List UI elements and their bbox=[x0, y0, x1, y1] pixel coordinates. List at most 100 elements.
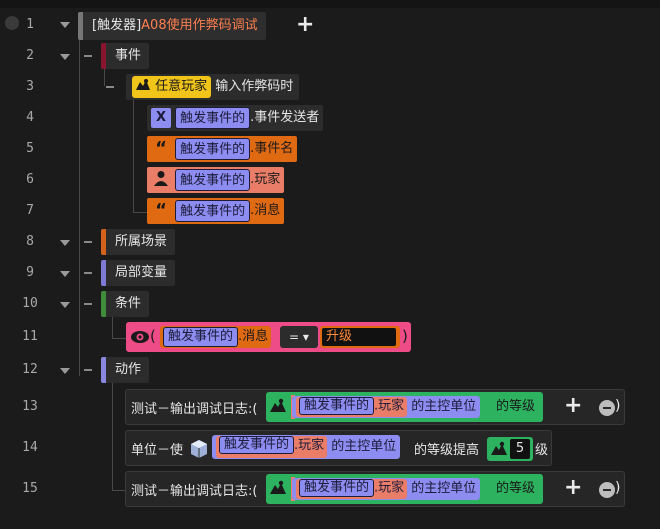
player-expression[interactable]: 触发事件的 .玩家 bbox=[296, 478, 408, 499]
main-unit-label: 的主控单位 bbox=[411, 399, 477, 414]
event-param-message[interactable]: “ 触发事件的 .消息 bbox=[147, 198, 285, 224]
chevron-down-icon: ▾ bbox=[302, 330, 309, 344]
line-number: 15 bbox=[22, 481, 38, 496]
scope-section-header[interactable]: 所属场景 bbox=[101, 229, 176, 255]
trigger-header[interactable]: [触发器]A08使用作弊码调试 bbox=[78, 12, 266, 40]
compare-value-input[interactable]: 升级 bbox=[322, 328, 396, 346]
line-number: 9 bbox=[26, 265, 34, 280]
line-number: 14 bbox=[22, 440, 38, 455]
tree-dash bbox=[84, 303, 92, 305]
line-number: 13 bbox=[22, 399, 38, 414]
scope-header-label: 所属场景 bbox=[115, 234, 168, 249]
remove-arg-button[interactable] bbox=[599, 482, 615, 498]
collapse-chevron-icon[interactable] bbox=[60, 22, 70, 28]
operator-value: = bbox=[289, 330, 300, 344]
local-vars-section-header[interactable]: 局部变量 bbox=[101, 260, 176, 286]
param-suffix: .玩家 bbox=[374, 398, 405, 413]
add-arg-button[interactable]: + bbox=[564, 395, 582, 417]
line-number: 3 bbox=[26, 79, 34, 94]
param-suffix: .消息 bbox=[250, 203, 281, 218]
triggering-event-pill[interactable]: 触发事件的 bbox=[299, 478, 375, 497]
collapse-chevron-icon[interactable] bbox=[60, 54, 70, 60]
tree-connector bbox=[133, 212, 147, 213]
action-prefix: 测试－输出调试日志:( bbox=[131, 484, 258, 499]
tree-connector bbox=[112, 382, 113, 490]
triggering-event-pill[interactable]: 触发事件的 bbox=[175, 168, 251, 191]
triggering-event-pill[interactable]: 触发事件的 bbox=[219, 436, 295, 454]
event-section-header[interactable]: 事件 bbox=[101, 43, 150, 69]
triggering-event-pill[interactable]: 触发事件的 bbox=[175, 137, 251, 160]
tree-dash bbox=[84, 55, 92, 57]
log-expression[interactable]: 触发事件的 .玩家 的主控单位 的等级 bbox=[266, 392, 543, 422]
main-unit-expression[interactable]: 触发事件的 .玩家 的主控单位 bbox=[212, 435, 401, 459]
action-row[interactable]: 测试－输出调试日志:( 触发事件的 .玩家 的主控单位 的等级 + ) bbox=[125, 389, 625, 425]
editor-top-bar bbox=[0, 0, 660, 8]
triggering-event-pill[interactable]: 触发事件的 bbox=[175, 106, 251, 129]
event-action-text: 输入作弊码时 bbox=[215, 79, 294, 94]
event-header-label: 事件 bbox=[115, 48, 142, 63]
event-definition[interactable]: 任意玩家 输入作弊码时 bbox=[126, 74, 300, 100]
tree-dash bbox=[84, 272, 92, 274]
param-suffix: .玩家 bbox=[250, 172, 281, 187]
compare-value-box[interactable]: 升级 bbox=[320, 326, 400, 348]
trigger-name[interactable]: A08使用作弊码调试 bbox=[141, 18, 257, 33]
line-number: 7 bbox=[26, 203, 34, 218]
main-unit-expression[interactable]: 触发事件的 .玩家 的主控单位 bbox=[292, 396, 481, 418]
player-expression[interactable]: 触发事件的 .玩家 bbox=[216, 435, 328, 458]
collapse-chevron-icon[interactable] bbox=[60, 302, 70, 308]
any-player-label: 任意玩家 bbox=[155, 78, 208, 94]
triggering-event-pill[interactable]: 触发事件的 bbox=[299, 396, 375, 415]
conditions-section-header[interactable]: 条件 bbox=[101, 291, 150, 317]
event-param-name[interactable]: “ 触发事件的 .事件名 bbox=[147, 136, 298, 162]
x-icon: X bbox=[151, 107, 171, 128]
line-number: 5 bbox=[26, 141, 34, 156]
action-row[interactable]: 测试－输出调试日志:( 触发事件的 .玩家 的主控单位 的等级 + ) bbox=[125, 471, 625, 507]
level-amount-box[interactable]: 5 bbox=[487, 437, 533, 461]
any-player-pill[interactable]: 任意玩家 bbox=[132, 75, 212, 98]
actions-section-header[interactable]: 动作 bbox=[101, 357, 150, 383]
triggering-event-pill[interactable]: 触发事件的 bbox=[163, 326, 239, 347]
collapse-chevron-icon[interactable] bbox=[60, 368, 70, 374]
cube-icon bbox=[189, 439, 209, 459]
line-number: 10 bbox=[22, 296, 38, 311]
level-label: 的等级 bbox=[496, 481, 536, 496]
main-unit-label: 的主控单位 bbox=[331, 439, 397, 454]
event-param-player[interactable]: 触发事件的 .玩家 bbox=[147, 167, 285, 193]
player-expression[interactable]: 触发事件的 .玩家 bbox=[296, 396, 408, 417]
line-number: 6 bbox=[26, 172, 34, 187]
open-paren: ( bbox=[150, 327, 156, 345]
line-number: 12 bbox=[22, 362, 38, 377]
quote-icon: “ bbox=[151, 138, 171, 159]
event-param-sender[interactable]: X 触发事件的 .事件发送者 bbox=[147, 105, 324, 131]
log-expression[interactable]: 触发事件的 .玩家 的主控单位 的等级 bbox=[266, 474, 543, 504]
remove-arg-button[interactable] bbox=[599, 400, 615, 416]
tree-dash bbox=[84, 241, 92, 243]
level-amount-input[interactable]: 5 bbox=[510, 439, 530, 459]
quote-icon: “ bbox=[151, 200, 171, 221]
close-paren: ) bbox=[615, 398, 621, 414]
action-row[interactable]: 单位－使 触发事件的 .玩家 的主控单位 的等级提高 5 级 bbox=[125, 430, 552, 466]
add-arg-button[interactable]: + bbox=[564, 477, 582, 499]
tree-dash bbox=[84, 369, 92, 371]
unit-icon bbox=[135, 78, 151, 92]
line-number: 1 bbox=[26, 17, 34, 32]
param-suffix: .事件名 bbox=[250, 141, 294, 156]
operator-dropdown[interactable]: = ▾ bbox=[280, 326, 318, 348]
unit-icon bbox=[269, 398, 287, 418]
message-expression[interactable]: 触发事件的 .消息 bbox=[160, 326, 272, 348]
level-raise-label: 的等级提高 bbox=[414, 443, 480, 458]
actions-header-label: 动作 bbox=[115, 362, 142, 377]
level-unit-label: 级 bbox=[535, 443, 549, 458]
add-trigger-button[interactable]: + bbox=[296, 14, 314, 36]
param-suffix: .玩家 bbox=[374, 480, 405, 495]
collapse-chevron-icon[interactable] bbox=[60, 240, 70, 246]
action-prefix: 单位－使 bbox=[131, 443, 184, 458]
level-label: 的等级 bbox=[496, 399, 536, 414]
param-suffix: .消息 bbox=[238, 329, 269, 344]
tree-connector bbox=[133, 100, 134, 212]
condition-row[interactable]: ( 触发事件的 .消息 = ▾ 升级 ) bbox=[126, 322, 411, 352]
triggering-event-pill[interactable]: 触发事件的 bbox=[175, 199, 251, 222]
collapse-chevron-icon[interactable] bbox=[60, 271, 70, 277]
conditions-header-label: 条件 bbox=[115, 296, 142, 311]
main-unit-expression[interactable]: 触发事件的 .玩家 的主控单位 bbox=[292, 478, 481, 500]
